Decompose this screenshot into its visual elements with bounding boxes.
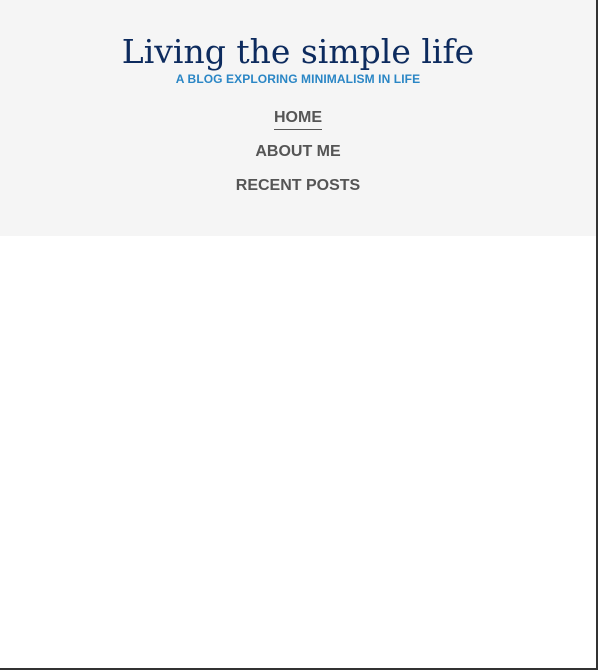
site-tagline: A BLOG EXPLORING MINIMALISM IN LIFE <box>175 72 421 86</box>
nav-item-home[interactable]: HOME <box>274 108 322 130</box>
nav-item-about-me[interactable]: ABOUT ME <box>255 142 340 162</box>
site-title[interactable]: Living the simple life <box>0 32 596 72</box>
page: Living the simple life A BLOG EXPLORING … <box>0 0 598 670</box>
main-nav: HOME ABOUT ME RECENT POSTS <box>0 108 596 210</box>
nav-item-recent-posts[interactable]: RECENT POSTS <box>236 176 360 196</box>
main-content <box>0 236 596 668</box>
site-header: Living the simple life A BLOG EXPLORING … <box>0 0 596 236</box>
